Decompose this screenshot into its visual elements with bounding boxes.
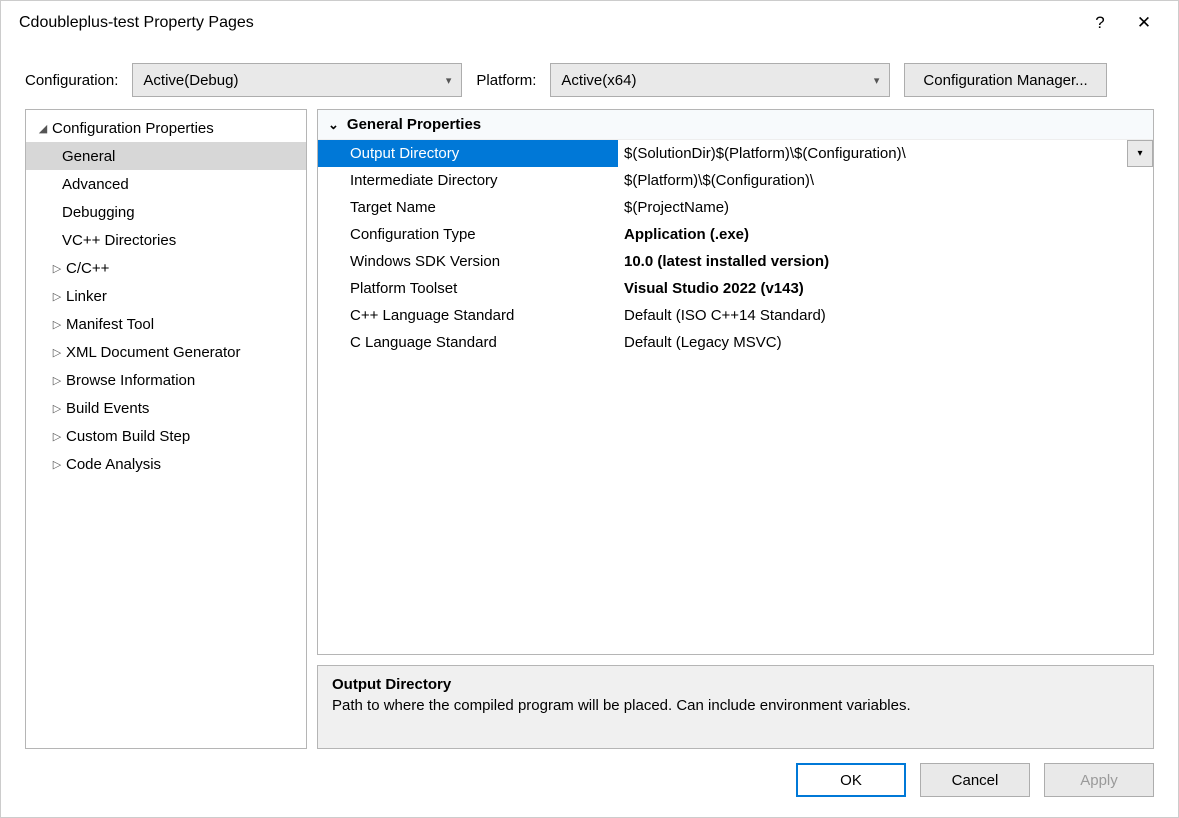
tree-item-label: Manifest Tool (66, 316, 154, 333)
property-row[interactable]: Output Directory$(SolutionDir)$(Platform… (318, 140, 1153, 167)
tree-item[interactable]: General (26, 142, 306, 170)
expander-right-icon: ▷ (50, 458, 64, 471)
tree-item-label: Code Analysis (66, 456, 161, 473)
tree-item-label: C/C++ (66, 260, 109, 277)
property-grid[interactable]: ⌄ General Properties Output Directory$(S… (317, 109, 1154, 655)
tree-item[interactable]: ▷Browse Information (26, 366, 306, 394)
property-name: C++ Language Standard (318, 302, 618, 329)
property-name: Windows SDK Version (318, 248, 618, 275)
tree-item-label: Advanced (62, 176, 129, 193)
property-name: Intermediate Directory (318, 167, 618, 194)
expander-right-icon: ▷ (50, 374, 64, 387)
cancel-button[interactable]: Cancel (920, 763, 1030, 797)
help-button[interactable]: ? (1078, 1, 1122, 45)
property-value[interactable]: Default (Legacy MSVC) (618, 329, 1153, 356)
close-icon: ✕ (1137, 13, 1151, 33)
property-row[interactable]: Target Name$(ProjectName) (318, 194, 1153, 221)
property-name: Platform Toolset (318, 275, 618, 302)
expander-right-icon: ▷ (50, 430, 64, 443)
chevron-down-icon: ▾ (446, 74, 452, 87)
tree-item[interactable]: ▷XML Document Generator (26, 338, 306, 366)
description-text: Path to where the compiled program will … (332, 697, 1139, 714)
tree-item-label: Browse Information (66, 372, 195, 389)
tree-item-label: Build Events (66, 400, 149, 417)
configuration-combo[interactable]: Active(Debug) ▾ (132, 63, 462, 97)
property-value[interactable]: $(SolutionDir)$(Platform)\$(Configuratio… (618, 140, 1127, 167)
configuration-label: Configuration: (25, 72, 118, 89)
expander-right-icon: ▷ (50, 262, 64, 275)
property-row[interactable]: Intermediate Directory$(Platform)\$(Conf… (318, 167, 1153, 194)
property-row[interactable]: C++ Language StandardDefault (ISO C++14 … (318, 302, 1153, 329)
platform-label: Platform: (476, 72, 536, 89)
property-value[interactable]: $(ProjectName) (618, 194, 1153, 221)
property-name: Output Directory (318, 140, 618, 167)
tree-item[interactable]: Debugging (26, 198, 306, 226)
description-title: Output Directory (332, 676, 1139, 693)
tree-item[interactable]: ▷Linker (26, 282, 306, 310)
titlebar: Cdoubleplus-test Property Pages ? ✕ (1, 1, 1178, 45)
tree-item-label: Custom Build Step (66, 428, 190, 445)
configuration-manager-button[interactable]: Configuration Manager... (904, 63, 1106, 97)
property-pages-dialog: Cdoubleplus-test Property Pages ? ✕ Conf… (0, 0, 1179, 818)
property-value[interactable]: Default (ISO C++14 Standard) (618, 302, 1153, 329)
platform-value: Active(x64) (561, 72, 636, 89)
expander-right-icon: ▷ (50, 290, 64, 303)
body: ◢ Configuration Properties General Advanc… (1, 109, 1178, 763)
help-icon: ? (1095, 13, 1104, 33)
tree-item-label: Linker (66, 288, 107, 305)
property-row[interactable]: Configuration TypeApplication (.exe) (318, 221, 1153, 248)
right-panel: ⌄ General Properties Output Directory$(S… (317, 109, 1154, 749)
property-row[interactable]: Platform ToolsetVisual Studio 2022 (v143… (318, 275, 1153, 302)
ok-button[interactable]: OK (796, 763, 906, 797)
platform-combo[interactable]: Active(x64) ▾ (550, 63, 890, 97)
tree-item-label: VC++ Directories (62, 232, 176, 249)
tree-root-label: Configuration Properties (52, 120, 214, 137)
tree-item[interactable]: ▷Build Events (26, 394, 306, 422)
configuration-value: Active(Debug) (143, 72, 238, 89)
property-name: Configuration Type (318, 221, 618, 248)
expander-right-icon: ▷ (50, 346, 64, 359)
tree-item-label: General (62, 148, 115, 165)
expander-right-icon: ▷ (50, 402, 64, 415)
tree-item[interactable]: ▷Code Analysis (26, 450, 306, 478)
description-panel: Output Directory Path to where the compi… (317, 665, 1154, 749)
tree-item-label: Debugging (62, 204, 135, 221)
property-row[interactable]: Windows SDK Version10.0 (latest installe… (318, 248, 1153, 275)
expander-down-icon: ◢ (36, 122, 50, 135)
property-value[interactable]: Application (.exe) (618, 221, 1153, 248)
tree-root-item[interactable]: ◢ Configuration Properties (26, 114, 306, 142)
expander-right-icon: ▷ (50, 318, 64, 331)
tree-item[interactable]: ▷Manifest Tool (26, 310, 306, 338)
tree-item[interactable]: ▷C/C++ (26, 254, 306, 282)
tree-item[interactable]: VC++ Directories (26, 226, 306, 254)
tree-item[interactable]: ▷Custom Build Step (26, 422, 306, 450)
group-label: General Properties (347, 116, 481, 133)
property-value[interactable]: 10.0 (latest installed version) (618, 248, 1153, 275)
property-name: C Language Standard (318, 329, 618, 356)
tree-panel[interactable]: ◢ Configuration Properties General Advanc… (25, 109, 307, 749)
group-header[interactable]: ⌄ General Properties (318, 110, 1153, 140)
window-title: Cdoubleplus-test Property Pages (19, 14, 1078, 32)
chevron-down-icon: ▾ (874, 74, 880, 87)
tree-item-label: XML Document Generator (66, 344, 241, 361)
property-row[interactable]: C Language StandardDefault (Legacy MSVC) (318, 329, 1153, 356)
chevron-down-icon: ▾ (1137, 148, 1142, 159)
tree-item[interactable]: Advanced (26, 170, 306, 198)
property-value[interactable]: Visual Studio 2022 (v143) (618, 275, 1153, 302)
property-value[interactable]: $(Platform)\$(Configuration)\ (618, 167, 1153, 194)
apply-button[interactable]: Apply (1044, 763, 1154, 797)
footer: OK Cancel Apply (1, 763, 1178, 817)
property-name: Target Name (318, 194, 618, 221)
close-button[interactable]: ✕ (1122, 1, 1166, 45)
toolbar: Configuration: Active(Debug) ▾ Platform:… (1, 45, 1178, 109)
chevron-down-icon: ⌄ (328, 117, 339, 133)
property-dropdown-button[interactable]: ▾ (1127, 140, 1153, 167)
